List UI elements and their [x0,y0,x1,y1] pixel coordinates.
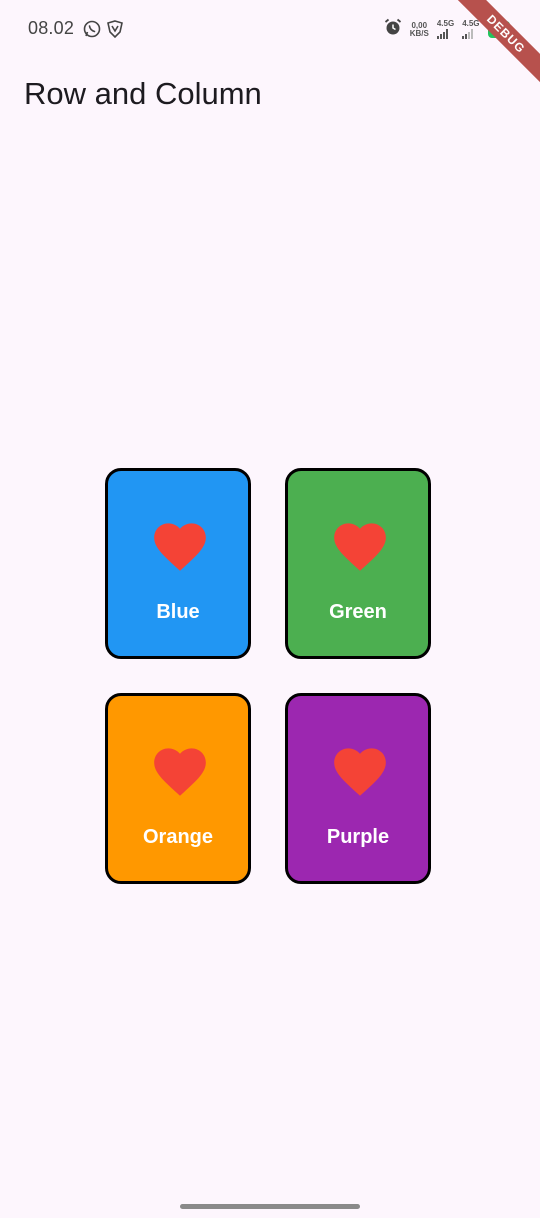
card-label: Blue [156,601,200,623]
card-purple: Purple [285,693,431,884]
status-system-icons: 0,00 KB/S 4.5G 4.5G 90 [384,18,510,41]
vpn-shield-icon [107,20,123,38]
card-label: Green [329,601,387,623]
signal-label-sim1: 4.5G [436,19,455,28]
page-title: Row and Column [24,76,262,111]
card-grid: Blue Green Orange Purple [105,468,435,888]
card-blue: Blue [105,468,251,659]
signal-strength-sim1: 4.5G [436,19,455,39]
whatsapp-icon [83,20,101,38]
card-green: Green [285,468,431,659]
network-speed-unit: KB/S [409,28,429,38]
signal-bars-icon [436,29,448,39]
heart-icon [154,523,206,571]
card-label: Purple [326,826,390,848]
status-notification-icons [83,20,123,38]
status-bar: 08.02 0,00 KB/S 4.5G 4.5G 90 [0,0,540,58]
status-time: 08.02 [28,18,75,38]
signal-bars-icon [462,29,474,39]
alarm-icon [384,18,402,41]
battery-indicator: 90 [487,21,510,38]
signal-label-sim2: 4.5G [462,19,480,28]
card-orange: Orange [105,693,251,884]
heart-icon [334,748,386,796]
card-label: Orange [142,826,214,848]
heart-icon [154,748,206,796]
home-indicator[interactable] [180,1204,360,1209]
heart-icon [334,523,386,571]
network-speed: 0,00 KB/S [409,21,429,38]
signal-strength-sim2: 4.5G [462,19,480,39]
